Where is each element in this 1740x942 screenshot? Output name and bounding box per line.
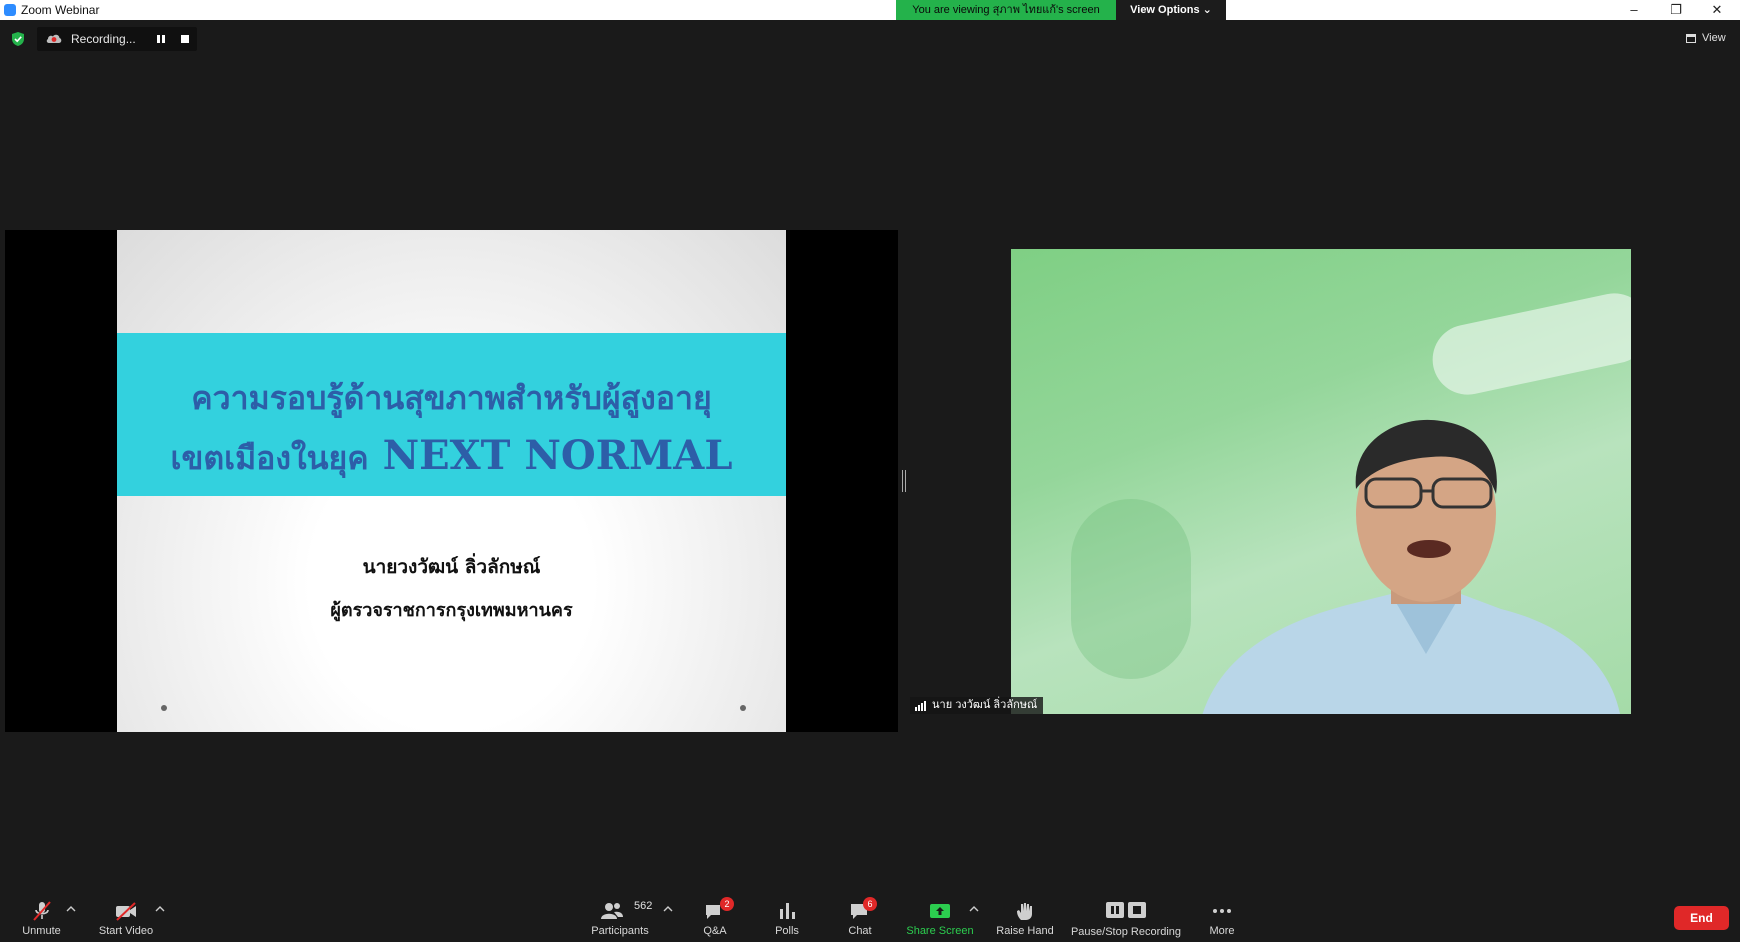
share-options-caret-icon[interactable] [969, 905, 979, 913]
slide-presenter-name: นายวงวัฒน์ ลิ่วลักษณ์ [362, 556, 541, 578]
share-screen-button[interactable]: Share Screen [905, 885, 975, 942]
slide-title-line2: เขตเมืองในยุค NEXT NORMAL [117, 432, 786, 484]
window-title: Zoom Webinar [21, 3, 100, 17]
qa-badge: 2 [720, 897, 734, 911]
more-ellipsis-icon [1213, 909, 1231, 913]
more-button[interactable]: More [1202, 885, 1242, 942]
participant-name-tag: นาย วงวัฒน์ ลิ่วลักษณ์ [910, 697, 1044, 714]
end-meeting-button[interactable]: End [1674, 906, 1729, 930]
participants-label: Participants [591, 925, 649, 937]
speaker-person-image [1202, 419, 1620, 714]
more-label: More [1209, 925, 1235, 937]
slide-decor-dot [161, 705, 167, 711]
qa-button[interactable]: 2 Q&A [695, 885, 735, 942]
recording-indicator: Recording... [37, 27, 197, 51]
muted-microphone-icon [32, 901, 51, 921]
share-screen-label: Share Screen [906, 925, 974, 937]
start-video-label: Start Video [98, 925, 154, 937]
unmute-label: Unmute [22, 925, 61, 937]
view-layout-label: View [1702, 32, 1726, 44]
restore-button[interactable]: ❐ [1656, 0, 1696, 20]
zoom-app-icon [4, 4, 16, 16]
pause-recording-icon[interactable] [155, 33, 167, 45]
polls-label: Polls [775, 925, 799, 937]
participants-icon [601, 903, 623, 919]
slide-presenter-role: ผู้ตรวจราชการกรุงเทพมหานคร [330, 600, 573, 621]
grid-view-icon [1686, 34, 1696, 43]
shared-screen-area: ความรอบรู้ด้านสุขภาพสำหรับผู้สูงอายุ เขต… [5, 230, 898, 732]
cloud-recording-icon [46, 34, 62, 43]
start-video-button[interactable]: Start Video [90, 885, 162, 942]
share-screen-icon [930, 904, 950, 918]
raise-hand-button[interactable]: Raise Hand [995, 885, 1055, 942]
video-options-caret-icon[interactable] [155, 905, 165, 913]
background-blur [1426, 286, 1631, 402]
participants-button[interactable]: 562 Participants [588, 885, 652, 942]
slide-decor-dot [740, 705, 746, 711]
stop-recording-icon[interactable] [179, 33, 191, 45]
chat-label: Chat [848, 925, 872, 937]
presentation-slide: ความรอบรู้ด้านสุขภาพสำหรับผู้สูงอายุ เขต… [117, 230, 786, 732]
recording-status: Recording... [71, 32, 136, 46]
polls-bar-icon [780, 903, 795, 919]
video-off-icon [116, 902, 136, 921]
chat-button[interactable]: 6 Chat [840, 885, 880, 942]
speaker-video [1011, 249, 1631, 714]
polls-button[interactable]: Polls [767, 885, 807, 942]
minimize-button[interactable]: – [1614, 0, 1654, 20]
raise-hand-label: Raise Hand [996, 925, 1054, 937]
audio-options-caret-icon[interactable] [66, 905, 76, 913]
background-blur [1071, 499, 1191, 679]
slide-title-line2-thai: เขตเมืองในยุค [170, 439, 369, 477]
viewing-screen-banner: You are viewing สุภาพ ไทยแก้'s screen [896, 0, 1116, 20]
close-button[interactable]: ✕ [1697, 0, 1737, 20]
signal-strength-icon [915, 701, 926, 711]
chat-badge: 6 [863, 897, 877, 911]
participants-options-caret-icon[interactable] [663, 905, 673, 913]
view-layout-button[interactable]: View [1682, 30, 1730, 48]
shield-check-icon[interactable] [11, 31, 25, 47]
participants-count: 562 [634, 900, 653, 912]
pause-stop-recording-icon [1106, 902, 1146, 918]
qa-label: Q&A [703, 925, 727, 937]
meeting-toolbar: Unmute Start Video 562 Participants 2 Q&… [0, 885, 1740, 942]
view-options-button[interactable]: View Options ⌄ [1116, 0, 1226, 20]
raise-hand-icon [1017, 903, 1032, 920]
slide-title-line1: ความรอบรู้ด้านสุขภาพสำหรับผู้สูงอายุ [191, 379, 712, 417]
pause-stop-recording-label: Pause/Stop Recording [1070, 926, 1182, 938]
pause-stop-recording-button[interactable]: Pause/Stop Recording [1070, 885, 1182, 942]
window-titlebar: Zoom Webinar – ❐ ✕ [0, 0, 1740, 20]
participant-name: นาย วงวัฒน์ ลิ่วลักษณ์ [932, 699, 1038, 711]
slide-title-line2-english: NEXT NORMAL [382, 432, 733, 479]
unmute-button[interactable]: Unmute [14, 885, 69, 942]
split-view-resize-handle[interactable] [902, 470, 906, 492]
